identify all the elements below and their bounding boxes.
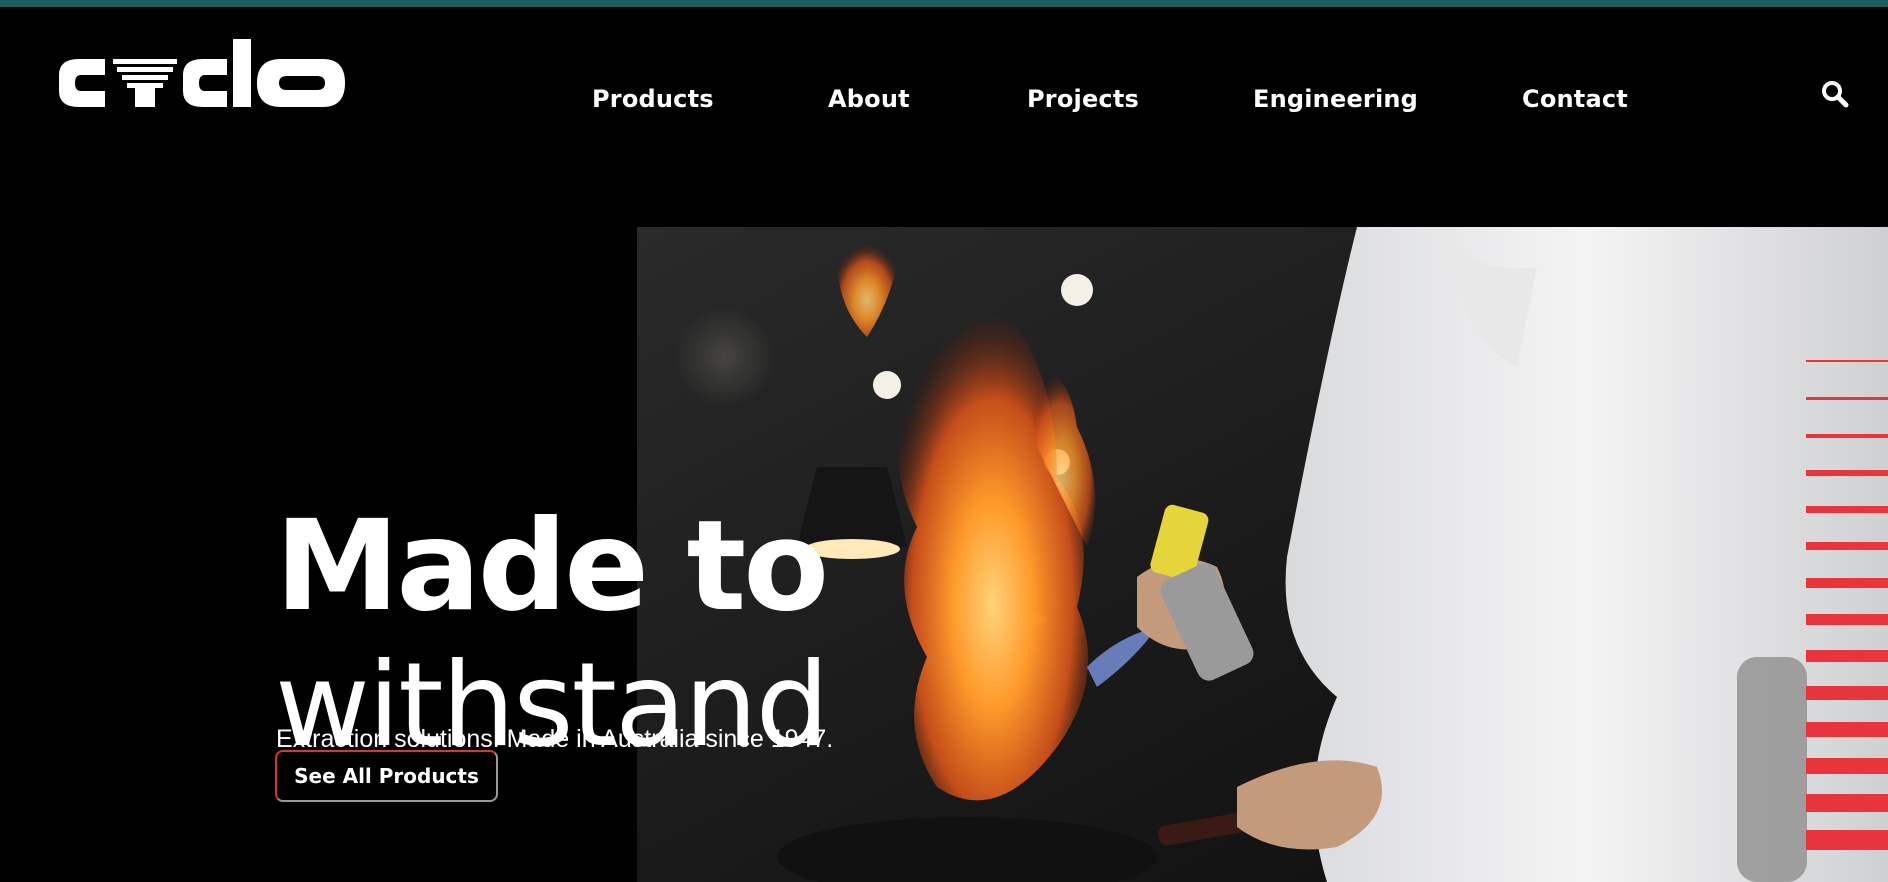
top-accent-bar (0, 0, 1888, 7)
nav-item-products[interactable]: Products (592, 85, 714, 113)
nav-item-projects[interactable]: Projects (1027, 85, 1139, 113)
nav-item-engineering[interactable]: Engineering (1253, 85, 1418, 113)
see-all-products-button[interactable]: See All Products (275, 750, 498, 802)
cyclo-logo[interactable] (55, 37, 350, 127)
search-icon[interactable] (1820, 79, 1850, 109)
decorative-stripes (1806, 360, 1888, 860)
nav-item-about[interactable]: About (828, 85, 910, 113)
site-header: Products About Projects Engineering Cont… (0, 7, 1888, 187)
hero-title-line1: Made to (275, 493, 829, 639)
cyclo-logo-mark (59, 39, 345, 107)
nav-item-contact[interactable]: Contact (1522, 85, 1628, 113)
